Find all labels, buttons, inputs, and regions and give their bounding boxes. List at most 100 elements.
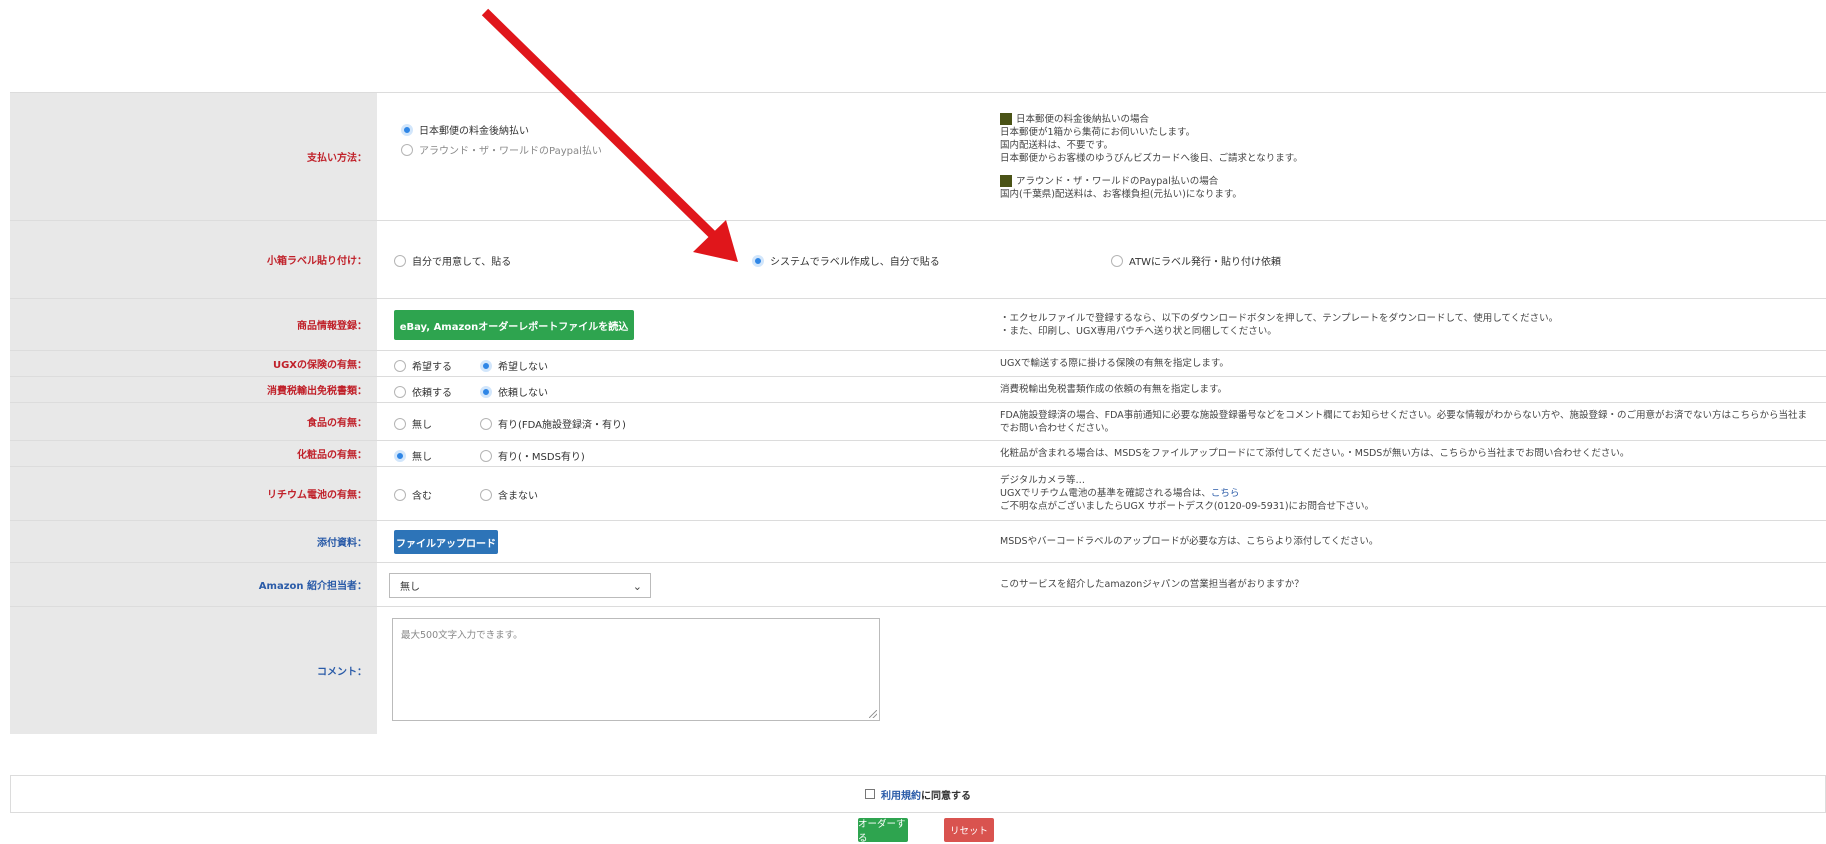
load-order-report-button[interactable]: eBay, Amazonオーダーレポートファイルを読込	[394, 310, 634, 340]
reset-button[interactable]: リセット	[944, 818, 994, 842]
radio-label: 日本郵便の料金後納払い	[419, 126, 529, 137]
note-line: MSDSやバーコードラベルのアップロードが必要な方は、こちらより添付してください…	[1000, 536, 1379, 547]
cosmetics-label: 化粧品の有無：	[297, 450, 367, 461]
radio-unselected-icon	[401, 143, 413, 156]
row-payment: 支払い方法： 日本郵便の料金後納払い アラウンド・ザ・ワールドのPaypal払い…	[10, 92, 1826, 220]
radio-cosmetics-yes[interactable]: 有り(・MSDS有り)	[480, 448, 585, 463]
radio-insurance-no[interactable]: 希望しない	[480, 358, 548, 373]
label-cell: 消費税輸出免税書類：	[10, 377, 377, 402]
payment-note: 日本郵便の料金後納払いの場合 日本郵便が1箱から集荷にお伺いいたします。 国内配…	[1000, 93, 1826, 220]
label-cell: 添付資料：	[10, 521, 377, 562]
label-cell: リチウム電池の有無：	[10, 467, 377, 520]
lithium-link[interactable]: こちら	[1211, 488, 1240, 499]
agree-checkbox[interactable]	[865, 789, 875, 799]
radio-unselected-icon	[394, 488, 406, 501]
row-attach: 添付資料： ファイルアップロード MSDSやバーコードラベルのアップロードが必要…	[10, 520, 1826, 562]
terms-link[interactable]: 利用規約	[881, 787, 921, 802]
lithium-note: デジタルカメラ等… UGXでリチウム電池の基準を確認される場合は、こちら ご不明…	[1000, 467, 1826, 520]
radio-label-system[interactable]: システムでラベル作成し、自分で貼る	[752, 253, 940, 268]
row-lithium: リチウム電池の有無： 含む 含まない デジタルカメラ等… UGXでリチウム電池の…	[10, 466, 1826, 520]
note-heading-text: アラウンド・ザ・ワールドのPaypal払いの場合	[1016, 175, 1219, 187]
radio-tax-request[interactable]: 依頼する	[394, 384, 452, 399]
note-heading: アラウンド・ザ・ワールドのPaypal払いの場合	[1000, 175, 1826, 188]
radio-lithium-include[interactable]: 含む	[394, 487, 432, 502]
payment-label: 支払い方法：	[307, 153, 367, 164]
label-cell: Amazon 紹介担当者：	[10, 563, 377, 606]
note-line: 日本郵便が1箱から集荷にお伺いいたします。	[1000, 126, 1196, 138]
radio-label: 含まない	[498, 491, 538, 502]
radio-cosmetics-none[interactable]: 無し	[394, 448, 432, 463]
file-upload-button[interactable]: ファイルアップロード	[394, 530, 498, 554]
square-bullet-icon	[1000, 175, 1012, 187]
radio-label: 含む	[412, 491, 432, 502]
radio-payment-paypal[interactable]: アラウンド・ザ・ワールドのPaypal払い	[401, 142, 602, 157]
comment-label: コメント：	[317, 667, 367, 678]
radio-insurance-yes[interactable]: 希望する	[394, 358, 452, 373]
square-bullet-icon	[1000, 113, 1012, 125]
payment-options: 日本郵便の料金後納払い アラウンド・ザ・ワールドのPaypal払い	[377, 93, 982, 220]
agree-text: に同意する	[921, 790, 971, 802]
row-food: 食品の有無： 無し 有り(FDA施設登録済・有り) FDA施設登録済の場合、FD…	[10, 402, 1826, 440]
radio-label: 無し	[412, 420, 432, 431]
radio-unselected-icon	[394, 359, 406, 372]
cosmetics-note: 化粧品が含まれる場合は、MSDSをファイルアップロードにて添付してください。・M…	[1000, 441, 1826, 466]
amazon-label: Amazon 紹介担当者：	[258, 581, 367, 592]
radio-unselected-icon	[394, 254, 406, 267]
product-label: 商品情報登録：	[297, 321, 367, 332]
note-line: UGXで輸送する際に掛ける保険の有無を指定します。	[1000, 358, 1229, 369]
radio-food-yes[interactable]: 有り(FDA施設登録済・有り)	[480, 416, 626, 431]
note-line: デジタルカメラ等…	[1000, 475, 1086, 486]
product-note: ・エクセルファイルで登録するなら、以下のダウンロードボタンを押して、テンプレート…	[1000, 299, 1826, 350]
amazon-note: このサービスを紹介したamazonジャパンの営業担当者がおりますか？	[1000, 563, 1826, 606]
radio-label: 希望しない	[498, 362, 548, 373]
row-tax: 消費税輸出免税書類： 依頼する 依頼しない 消費税輸出免税書類作成の依頼の有無を…	[10, 376, 1826, 402]
submit-order-button[interactable]: オーダーする	[858, 818, 908, 844]
tax-note: 消費税輸出免税書類作成の依頼の有無を指定します。	[1000, 377, 1826, 402]
note-line: ・また、印刷し、UGX専用パウチへ送り状と同梱してください。	[1000, 325, 1277, 337]
attach-label: 添付資料：	[317, 538, 367, 549]
row-product: 商品情報登録： eBay, Amazonオーダーレポートファイルを読込 ・エクセ…	[10, 298, 1826, 350]
radio-selected-icon	[401, 123, 413, 136]
resize-grip-icon[interactable]	[869, 710, 877, 718]
radio-tax-none[interactable]: 依頼しない	[480, 384, 548, 399]
terms-agree-bar: 利用規約 に同意する	[10, 775, 1826, 813]
label-cell: 食品の有無：	[10, 403, 377, 440]
textarea-placeholder: 最大500文字入力できます。	[401, 630, 523, 641]
label-cell: UGXの保険の有無：	[10, 351, 377, 376]
radio-label-self[interactable]: 自分で用意して、貼る	[394, 253, 511, 268]
radio-label: 希望する	[412, 362, 452, 373]
radio-unselected-icon	[394, 385, 406, 398]
radio-label: 自分で用意して、貼る	[412, 257, 512, 268]
amazon-rep-select[interactable]: 無し ⌄	[389, 573, 651, 598]
note-line: ・エクセルファイルで登録するなら、以下のダウンロードボタンを押して、テンプレート…	[1000, 312, 1559, 324]
radio-label: 無し	[412, 452, 432, 463]
food-note: FDA施設登録済の場合、FDA事前通知に必要な施設登録番号などをコメント欄にてお…	[1000, 403, 1816, 440]
label-sticker-label: 小箱ラベル貼り付け：	[267, 256, 367, 267]
radio-label: ATWにラベル発行・貼り付け依頼	[1129, 257, 1282, 268]
radio-label-atw[interactable]: ATWにラベル発行・貼り付け依頼	[1111, 253, 1281, 268]
label-cell: 化粧品の有無：	[10, 441, 377, 466]
insurance-note: UGXで輸送する際に掛ける保険の有無を指定します。	[1000, 351, 1826, 376]
radio-unselected-icon	[480, 488, 492, 501]
radio-unselected-icon	[1111, 254, 1123, 267]
radio-label: アラウンド・ザ・ワールドのPaypal払い	[419, 146, 602, 157]
note-heading-text: 日本郵便の料金後納払いの場合	[1016, 113, 1150, 125]
row-label: 小箱ラベル貼り付け： 自分で用意して、貼る システムでラベル作成し、自分で貼る …	[10, 220, 1826, 298]
radio-label: システムでラベル作成し、自分で貼る	[770, 257, 940, 268]
chevron-down-icon: ⌄	[632, 580, 642, 593]
select-value: 無し	[400, 582, 420, 593]
label-cell: 支払い方法：	[10, 93, 377, 220]
note-line: UGXでリチウム電池の基準を確認される場合は、こちら	[1000, 487, 1826, 500]
radio-selected-icon	[480, 385, 492, 398]
row-insurance: UGXの保険の有無： 希望する 希望しない UGXで輸送する際に掛ける保険の有無…	[10, 350, 1826, 376]
radio-payment-postal[interactable]: 日本郵便の料金後納払い	[401, 122, 529, 137]
radio-selected-icon	[752, 254, 764, 267]
radio-selected-icon	[394, 449, 406, 462]
row-cosmetics: 化粧品の有無： 無し 有り(・MSDS有り) 化粧品が含まれる場合は、MSDSを…	[10, 440, 1826, 466]
comment-textarea[interactable]: 最大500文字入力できます。	[392, 618, 880, 721]
note-line: このサービスを紹介したamazonジャパンの営業担当者がおりますか？	[1000, 579, 1304, 590]
radio-label: 有り(・MSDS有り)	[498, 452, 585, 463]
radio-food-none[interactable]: 無し	[394, 416, 432, 431]
label-cell: 小箱ラベル貼り付け：	[10, 221, 377, 298]
radio-lithium-exclude[interactable]: 含まない	[480, 487, 538, 502]
